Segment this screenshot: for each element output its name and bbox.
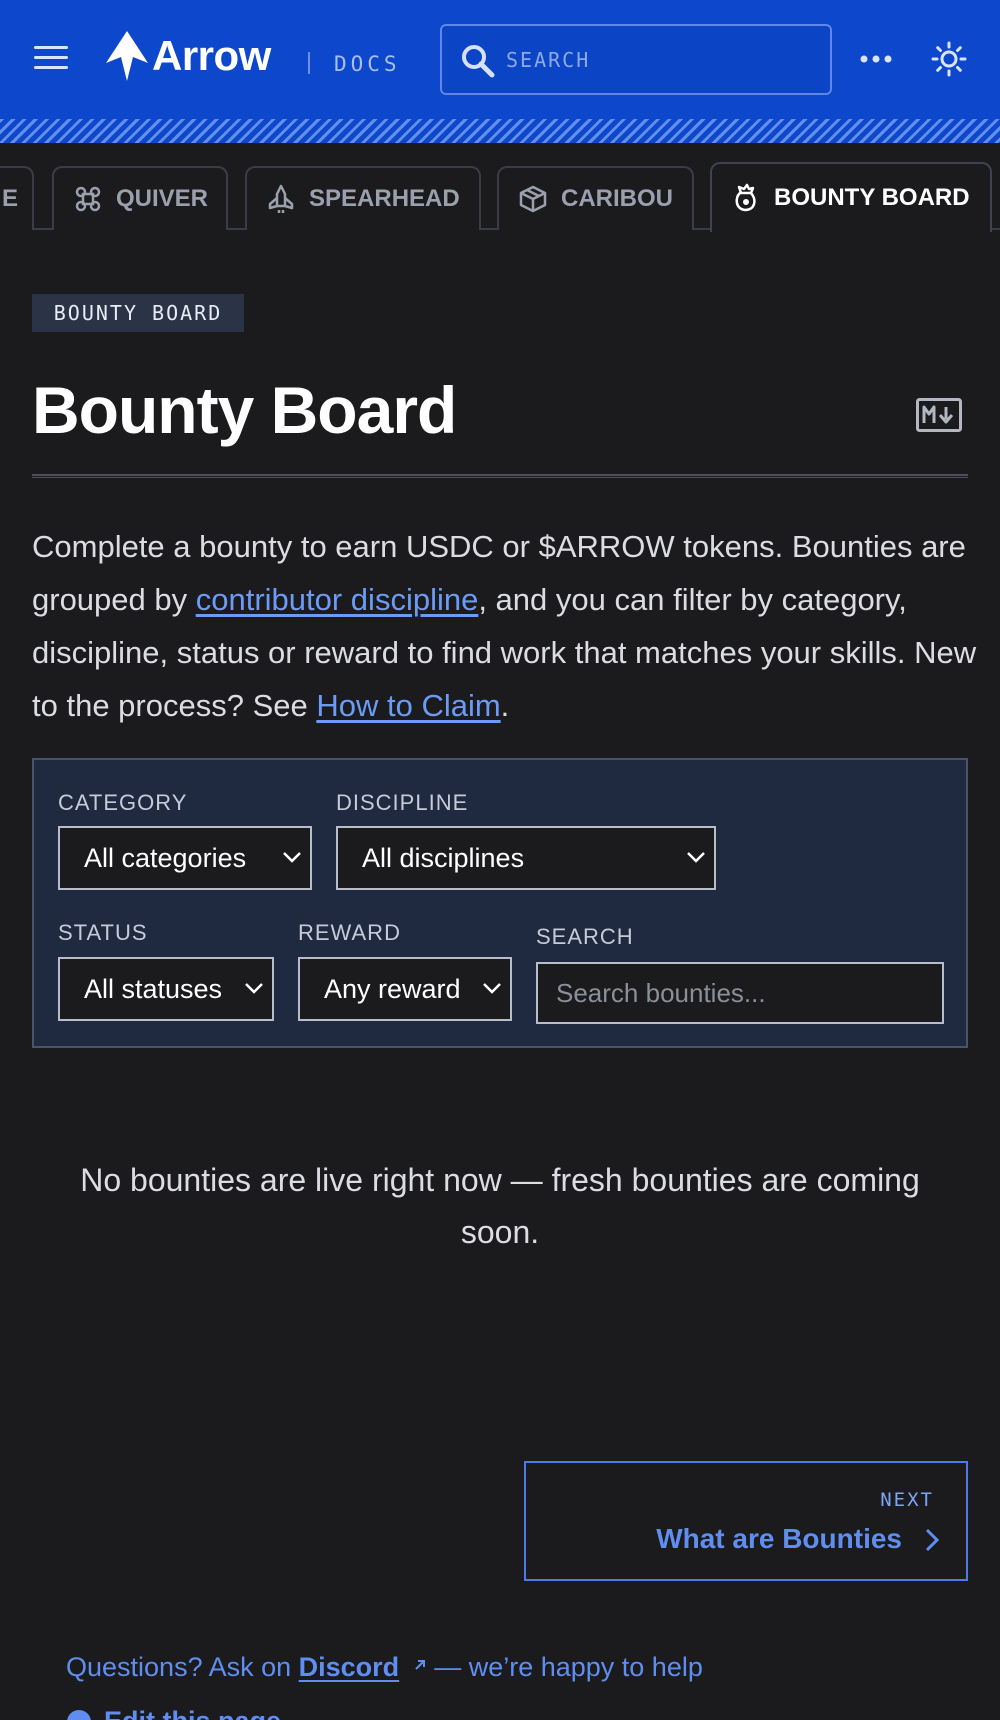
- status-label: STATUS: [58, 920, 148, 945]
- tab-partial[interactable]: E: [0, 166, 34, 230]
- discipline-label: DISCIPLINE: [336, 790, 469, 815]
- chevron-down-icon: [483, 983, 501, 994]
- tab-label: BOUNTY BOARD: [774, 184, 970, 211]
- next-title: What are Bounties: [656, 1523, 902, 1554]
- edit-icon: [67, 1709, 91, 1720]
- quiver-icon: [75, 186, 101, 212]
- logo-divider: [308, 52, 310, 74]
- logo-text: Arrow: [152, 32, 271, 79]
- edit-page-link[interactable]: Edit this page: [66, 1706, 281, 1720]
- top-navbar: Arrow DOCS SEARCH: [0, 0, 1000, 143]
- chevron-down-icon: [245, 983, 263, 994]
- hamburger-menu-icon[interactable]: [34, 44, 70, 72]
- empty-state-message: No bounties are live right now — fresh b…: [80, 1162, 920, 1250]
- category-select[interactable]: All categories: [58, 826, 312, 890]
- arrow-logo-icon: [106, 31, 148, 81]
- reward-label: REWARD: [298, 920, 401, 945]
- tab-label: QUIVER: [116, 185, 209, 212]
- tab-caribou[interactable]: CARIBOU: [497, 166, 694, 230]
- tab-label: E: [2, 185, 19, 212]
- next-label: NEXT: [880, 1489, 934, 1511]
- docs-label: DOCS: [334, 52, 401, 76]
- breadcrumb-badge: BOUNTY BOARD: [32, 294, 244, 332]
- discipline-select[interactable]: All disciplines: [336, 826, 716, 890]
- chevron-right-icon: [925, 1528, 940, 1552]
- header-stripe: [0, 119, 1000, 143]
- markdown-download-icon[interactable]: [916, 398, 962, 432]
- contributor-discipline-link[interactable]: contributor discipline: [196, 582, 479, 617]
- discord-link[interactable]: Discord: [299, 1652, 400, 1682]
- tab-label: CARIBOU: [561, 185, 673, 212]
- search-filter-label: SEARCH: [536, 924, 634, 949]
- page-title: Bounty Board: [32, 373, 457, 447]
- footer-text: Questions? Ask on: [66, 1652, 299, 1682]
- bounty-icon: [735, 183, 756, 212]
- site-logo[interactable]: Arrow: [104, 28, 271, 84]
- filters-panel: CATEGORY All categories DISCIPLINE All d…: [32, 758, 968, 1048]
- search-label: SEARCH: [506, 48, 591, 72]
- next-page-button[interactable]: NEXT What are Bounties: [524, 1461, 968, 1581]
- status-select[interactable]: All statuses: [58, 957, 274, 1021]
- intro-text: .: [500, 688, 510, 723]
- external-link-icon: [414, 1660, 425, 1670]
- category-value: All categories: [84, 842, 247, 873]
- category-label: CATEGORY: [58, 790, 188, 815]
- search-placeholder: Search bounties...: [556, 977, 766, 1008]
- search-icon: [462, 45, 495, 78]
- spearhead-icon: [268, 184, 294, 213]
- status-value: All statuses: [84, 973, 223, 1004]
- chevron-down-icon: [687, 852, 705, 863]
- tab-label: SPEARHEAD: [309, 185, 460, 212]
- discipline-value: All disciplines: [362, 842, 525, 873]
- help-footer: Questions? Ask on Discord — we’re happy …: [66, 1652, 703, 1683]
- reward-value: Any reward: [324, 973, 461, 1004]
- title-divider: [32, 474, 968, 478]
- edit-label: Edit this page: [104, 1706, 281, 1720]
- reward-select[interactable]: Any reward: [298, 957, 512, 1021]
- cube-icon: [519, 185, 547, 213]
- tab-quiver[interactable]: QUIVER: [52, 166, 228, 230]
- chevron-down-icon: [283, 852, 301, 863]
- search-button[interactable]: SEARCH: [440, 24, 832, 95]
- sun-theme-toggle-icon[interactable]: [930, 40, 968, 78]
- how-to-claim-link[interactable]: How to Claim: [316, 688, 500, 723]
- intro-paragraph: Complete a bounty to earn USDC or $ARROW…: [32, 520, 982, 732]
- tab-bounty-board[interactable]: BOUNTY BOARD: [710, 162, 992, 232]
- product-tabs: E QUIVER SPEARHEAD CARIBOU BOUNTY BOARD: [0, 143, 1000, 232]
- footer-text: — we’re happy to help: [426, 1652, 703, 1682]
- tab-spearhead[interactable]: SPEARHEAD: [245, 166, 481, 230]
- search-bounties-input[interactable]: Search bounties...: [536, 962, 944, 1024]
- more-options-icon[interactable]: [858, 44, 894, 74]
